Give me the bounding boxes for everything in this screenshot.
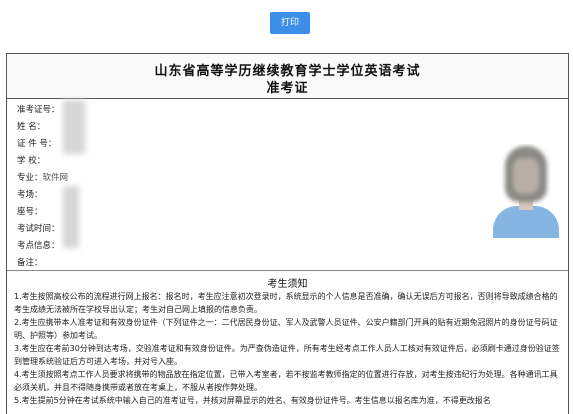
field-label: 姓 名： <box>17 122 46 132</box>
field-school: 学 校： <box>17 154 45 166</box>
field-label: 证 件 号： <box>17 139 57 149</box>
note-item: 4.考生须按照考点工作人员要求将携带的物品放在指定位置，已带入考室者，若不按监考… <box>14 370 558 392</box>
note-item: 1.考生按照高校公布的流程进行网上报名：报名时，考生应注意初次登录时，系统显示的… <box>14 292 558 314</box>
admission-ticket: 山东省高等学历继续教育学士学位英语考试 准考证 准考证号： 姓 名： 证 件 号… <box>6 53 569 414</box>
field-id-number: 证 件 号： <box>17 137 56 149</box>
field-label: 专业： <box>17 173 43 183</box>
note-item: 5.考生提前5分钟在考试系统中输入自己的准考证号，并核对屏幕显示的姓名、有效身份… <box>14 396 491 405</box>
field-exam-number: 准考证号： <box>17 103 60 115</box>
notes-list: 1.考生按照高校公布的流程进行网上报名：报名时，考生应注意初次登录时，系统显示的… <box>14 290 562 407</box>
field-exam-time: 考试时间： <box>17 222 60 234</box>
redacted-value <box>63 100 85 154</box>
field-name: 姓 名： <box>17 120 45 132</box>
candidate-photo <box>491 144 561 238</box>
field-label: 考场： <box>17 190 43 200</box>
field-label: 座号： <box>17 207 43 217</box>
candidate-info: 准考证号： 姓 名： 证 件 号： 学 校： 专业：软件网 考场： 座号： 考试… <box>7 98 568 271</box>
redacted-value <box>63 186 79 248</box>
notes-title: 考生须知 <box>267 279 308 290</box>
field-label: 准考证号： <box>17 105 60 115</box>
field-major: 专业：软件网 <box>17 171 68 183</box>
field-seat-number: 座号： <box>17 205 43 217</box>
field-exam-site: 考点信息： <box>17 239 60 251</box>
field-label: 考点信息： <box>17 241 60 251</box>
field-label: 考试时间： <box>17 224 60 234</box>
ticket-title: 准考证 <box>266 81 309 96</box>
photo-face <box>513 158 539 194</box>
ticket-header: 山东省高等学历继续教育学士学位英语考试 准考证 <box>7 54 568 99</box>
field-remarks: 备注： <box>17 256 43 268</box>
note-item: 2.考生应携带本人准考证和有效身份证件（下列证件之一：二代居民身份证、军人及武警… <box>14 318 558 340</box>
field-label: 备注： <box>17 258 43 268</box>
photo-shirt <box>493 206 559 238</box>
print-button[interactable]: 打印 <box>270 12 310 34</box>
note-item: 3.考生应在考前30分钟到达考场，交验准考证和有效身份证件。为严查伪造证件，所有… <box>14 344 560 366</box>
field-exam-room: 考场： <box>17 188 43 200</box>
field-value: 软件网 <box>42 173 69 183</box>
field-label: 学 校： <box>17 156 46 166</box>
